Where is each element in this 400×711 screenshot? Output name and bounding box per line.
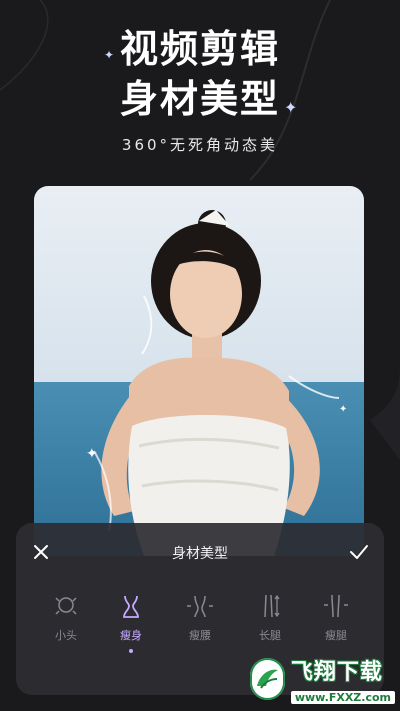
promo-tagline: 360°无死角动态美 [121, 136, 279, 154]
preview-photo: ✦ ✦ [34, 186, 364, 556]
watermark-logo-icon [250, 658, 285, 700]
tool-label: 长腿 [259, 629, 281, 642]
tool-label: 小头 [55, 629, 77, 642]
tool-slim-waist[interactable]: 瘦腰 [170, 593, 230, 643]
svg-text:✦: ✦ [86, 446, 98, 462]
watermark-brand: 飞翔下载 [290, 659, 383, 685]
small-head-icon [55, 597, 77, 615]
sparkle-icon: ✦ [104, 48, 115, 62]
tool-small-head[interactable]: 小头 [36, 593, 96, 643]
promo-headline-2: 身材美型 [119, 77, 280, 121]
tool-label: 瘦身 [120, 629, 142, 642]
site-watermark: 飞翔下载 www.FXXZ.com [250, 652, 395, 706]
tool-slim-legs[interactable]: 瘦腿 [306, 593, 366, 643]
tool-long-legs[interactable]: 长腿 [240, 593, 300, 643]
selected-indicator [129, 649, 133, 653]
svg-text:✦: ✦ [339, 404, 347, 415]
sparkle-icon: ✦ [284, 98, 298, 117]
tool-label: 瘦腰 [189, 629, 211, 642]
watermark-url: www.FXXZ.com [290, 690, 395, 704]
slim-legs-icon [324, 594, 348, 618]
long-legs-icon [264, 594, 280, 618]
slim-body-icon [123, 595, 139, 618]
tool-label: 瘦腿 [325, 629, 347, 642]
panel-title: 身材美型 [172, 546, 228, 562]
check-icon[interactable] [348, 541, 370, 563]
tool-slim-body[interactable]: 瘦身 [101, 593, 161, 653]
slim-waist-icon [187, 595, 213, 618]
promo-headline-1: 视频剪辑 [119, 27, 280, 71]
